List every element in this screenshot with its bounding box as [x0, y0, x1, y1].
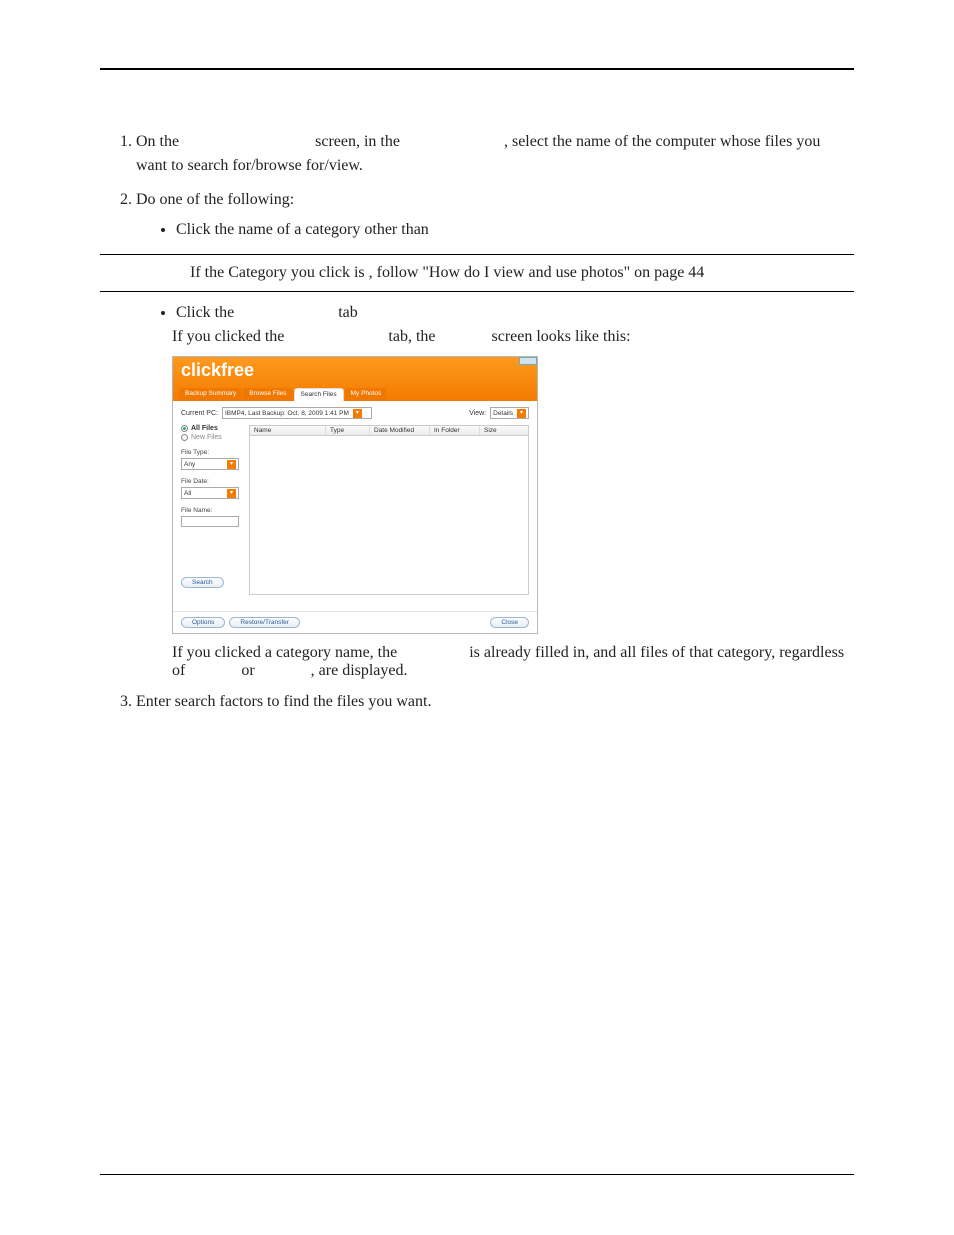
- t: or: [241, 662, 254, 679]
- step3-text: Enter search factors to find the files y…: [136, 693, 431, 710]
- results-header: Name Type Date Modified In Folder Size: [250, 426, 528, 436]
- step2-bullets-2: Click the ____________ tab: [136, 304, 854, 322]
- app-body: Current PC: IBMP4, Last Backup: Oct. 8, …: [173, 401, 537, 611]
- file-date-label: File Date:: [181, 478, 243, 485]
- step2-bullets: Click the name of a category other than: [136, 218, 854, 242]
- tab-result-line: If you clicked the ____________ tab, the…: [172, 328, 854, 346]
- instruction-list-cont: Enter search factors to find the files y…: [100, 690, 854, 714]
- file-type-label: File Type:: [181, 449, 243, 456]
- file-name-label: File Name:: [181, 507, 243, 514]
- bottom-rule: [100, 1174, 854, 1175]
- callout-text: If the Category you click is , follow "H…: [190, 264, 704, 281]
- radio-icon: [181, 434, 188, 441]
- step1-text: On the ________________ screen, in the _…: [136, 133, 820, 174]
- app-footer: Options Restore/Transfer Close: [173, 611, 537, 633]
- current-pc-value: IBMP4, Last Backup: Oct. 8, 2009 1:41 PM: [225, 410, 349, 417]
- step-2: Do one of the following: Click the name …: [136, 188, 854, 242]
- app-header: clickfree Backup Summary Browse Files Se…: [173, 357, 537, 401]
- t: screen looks like this:: [492, 328, 631, 345]
- view-label: View:: [469, 410, 486, 417]
- t: On the: [136, 133, 179, 150]
- radio-new-files[interactable]: New Files: [181, 434, 243, 441]
- col-size[interactable]: Size: [480, 426, 528, 435]
- file-type-value: Any: [184, 461, 223, 468]
- results-grid[interactable]: Name Type Date Modified In Folder Size: [249, 425, 529, 595]
- t: screen, in the: [315, 133, 400, 150]
- col-type[interactable]: Type: [326, 426, 370, 435]
- view-value: Details: [493, 410, 513, 417]
- close-button[interactable]: Close: [490, 617, 529, 628]
- chevron-down-icon: ▾: [227, 460, 236, 469]
- search-button[interactable]: Search: [181, 577, 224, 588]
- top-rule: [100, 68, 854, 70]
- after-shot-text: If you clicked a category name, the ____…: [172, 644, 854, 680]
- blank: ____________: [288, 328, 384, 345]
- bullet-tab: Click the ____________ tab: [176, 304, 854, 322]
- t: If you clicked a category name, the: [172, 644, 397, 661]
- current-pc-label: Current PC:: [181, 410, 218, 417]
- app-logo: clickfree: [181, 361, 529, 379]
- chevron-down-icon: ▾: [517, 409, 526, 418]
- col-date[interactable]: Date Modified: [370, 426, 430, 435]
- instruction-list: On the ________________ screen, in the _…: [100, 130, 854, 242]
- options-button[interactable]: Options: [181, 617, 225, 628]
- callout-box: If the Category you click is , follow "H…: [100, 254, 854, 292]
- app-screenshot: clickfree Backup Summary Browse Files Se…: [172, 356, 538, 634]
- blank: ______: [259, 662, 307, 679]
- blank: ______: [440, 328, 488, 345]
- radio-new-label: New Files: [191, 434, 222, 441]
- step-3: Enter search factors to find the files y…: [136, 690, 854, 714]
- tab-backup-summary[interactable]: Backup Summary: [179, 388, 242, 401]
- current-pc-select[interactable]: IBMP4, Last Backup: Oct. 8, 2009 1:41 PM…: [222, 407, 372, 419]
- col-folder[interactable]: In Folder: [430, 426, 480, 435]
- t: tab: [338, 304, 358, 321]
- blank: ________________: [183, 133, 311, 150]
- t: If you clicked the: [172, 328, 284, 345]
- radio-icon: [181, 425, 188, 432]
- window-controls[interactable]: [519, 357, 537, 365]
- step2-intro: Do one of the following:: [136, 191, 294, 208]
- search-sidebar: All Files New Files File Type: Any ▾ Fil…: [181, 425, 243, 588]
- file-type-select[interactable]: Any ▾: [181, 458, 239, 470]
- tab-browse-files[interactable]: Browse Files: [243, 388, 292, 401]
- file-date-value: All: [184, 490, 223, 497]
- col-name[interactable]: Name: [250, 426, 326, 435]
- chevron-down-icon: ▾: [227, 489, 236, 498]
- restore-transfer-button[interactable]: Restore/Transfer: [229, 617, 300, 628]
- blank: ______: [189, 662, 237, 679]
- file-name-input[interactable]: [181, 516, 239, 527]
- blank: ____________: [404, 133, 500, 150]
- tab-search-files[interactable]: Search Files: [294, 388, 344, 401]
- t: , are displayed.: [311, 662, 408, 679]
- app-tabbar: Backup Summary Browse Files Search Files…: [179, 388, 387, 401]
- tab-my-photos[interactable]: My Photos: [345, 388, 388, 401]
- t: Click the: [176, 304, 234, 321]
- blank: ____________: [238, 304, 334, 321]
- topbar-row: Current PC: IBMP4, Last Backup: Oct. 8, …: [181, 407, 529, 419]
- bullet-category: Click the name of a category other than: [176, 218, 854, 242]
- file-date-select[interactable]: All ▾: [181, 487, 239, 499]
- radio-all-label: All Files: [191, 425, 218, 432]
- step-1: On the ________________ screen, in the _…: [136, 130, 854, 178]
- view-select[interactable]: Details ▾: [490, 407, 529, 419]
- radio-all-files[interactable]: All Files: [181, 425, 243, 432]
- t: tab, the: [388, 328, 435, 345]
- blank: ________: [401, 644, 465, 661]
- t: Click the name of a category other than: [176, 221, 429, 238]
- chevron-down-icon: ▾: [353, 409, 362, 418]
